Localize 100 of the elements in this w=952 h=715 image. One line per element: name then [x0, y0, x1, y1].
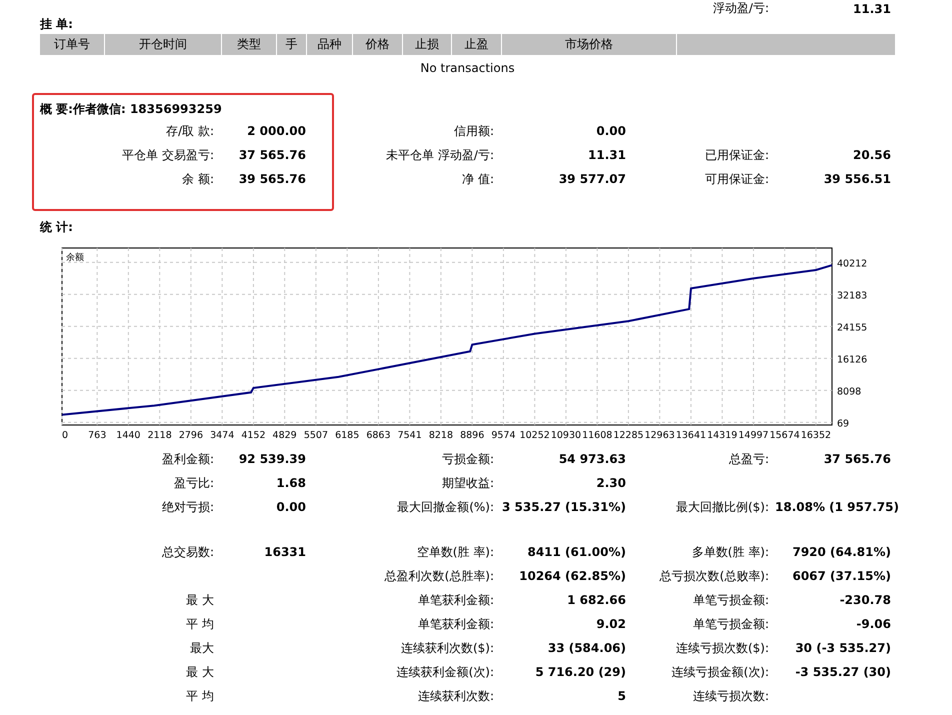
stat-label: 多单数(胜 率):: [690, 544, 770, 560]
column-header: 止盈: [452, 34, 501, 55]
stat-value: 37 565.76: [238, 148, 307, 162]
stat-label: 空单数(胜 率):: [416, 544, 495, 560]
stat-label: 平 均: [185, 616, 215, 632]
empty-message: No transactions: [419, 60, 516, 77]
section-title: 概 要:作者微信: 18356993259: [40, 100, 223, 118]
y-tick-label: 32183: [837, 290, 868, 302]
stat-label: 连续亏损次数($):: [674, 640, 770, 656]
y-tick-label: 40212: [837, 258, 868, 270]
stat-value: 8411 (61.00%): [526, 545, 627, 559]
x-tick-label: 16352: [800, 430, 832, 441]
stat-value: 2.30: [595, 476, 627, 490]
stat-value: 5: [616, 689, 627, 703]
x-tick-label: 14319: [707, 430, 738, 441]
stat-value: 2 000.00: [246, 124, 307, 138]
stat-label: 连续亏损次数:: [692, 688, 770, 704]
x-tick-label: 763: [88, 430, 106, 441]
x-tick-label: 12285: [613, 430, 644, 441]
stat-label: 最大: [189, 640, 215, 656]
x-tick-label: 9574: [491, 430, 516, 441]
stat-value: 3 535.27 (15.31%): [501, 500, 627, 514]
x-tick-label: 0: [62, 430, 68, 441]
column-header: 市场价格: [502, 34, 676, 55]
section-title: 统 计:: [40, 218, 74, 236]
stat-value: 39 565.76: [238, 172, 307, 186]
x-tick-label: 4152: [241, 430, 266, 441]
stat-label: 最 大: [185, 664, 215, 680]
stat-value: 30 (-3 535.27): [794, 641, 892, 655]
x-tick-label: 2118: [148, 430, 172, 441]
stat-label: 单笔亏损金额:: [692, 592, 770, 608]
stat-label: 存/取 款:: [165, 122, 215, 140]
x-tick-label: 12963: [644, 430, 675, 441]
stat-value: 1.68: [275, 476, 307, 490]
column-header: 开仓时间: [105, 34, 221, 55]
stat-value: 37 565.76: [822, 452, 892, 466]
stat-value: 1 682.66: [566, 593, 627, 607]
stat-label: 连续亏损金额(次):: [670, 664, 770, 680]
stat-label: 盈亏比:: [172, 474, 215, 492]
section-title: 挂 单:: [40, 16, 74, 32]
stat-value: -230.78: [838, 593, 892, 607]
stat-label: 单笔获利金额:: [416, 616, 495, 632]
y-tick-label: 24155: [837, 322, 868, 334]
stat-value: 0.00: [275, 500, 307, 514]
stat-value: 9.02: [595, 617, 627, 631]
x-tick-label: 5507: [304, 430, 328, 441]
stat-label: 最 大: [185, 592, 215, 608]
x-tick-label: 6185: [335, 430, 360, 441]
x-tick-label: 1440: [116, 430, 140, 441]
stat-value: 11.31: [587, 148, 627, 162]
stat-value: 39 556.51: [822, 172, 892, 186]
stat-value: 6067 (37.15%): [791, 569, 892, 583]
stat-value: 7920 (64.81%): [791, 545, 892, 559]
stat-label: 总亏损次数(总败率):: [658, 568, 770, 584]
stat-value: -9.06: [855, 617, 892, 631]
stat-value: 5 716.20 (29): [534, 665, 627, 679]
stat-value: 20.56: [852, 148, 892, 162]
stat-value: 39 577.07: [558, 172, 627, 186]
x-tick-label: 10930: [550, 430, 582, 441]
stat-value: 33 (584.06): [546, 641, 627, 655]
x-tick-label: 3474: [210, 430, 234, 441]
stat-label: 绝对亏损:: [160, 498, 215, 516]
stat-label: 已用保证金:: [704, 146, 770, 164]
y-tick-label: 69: [837, 418, 850, 430]
column-header: 类型: [222, 34, 276, 55]
column-header: 价格: [353, 34, 402, 55]
stat-value: 10264 (62.85%): [518, 569, 627, 583]
x-tick-label: 6863: [366, 430, 391, 441]
x-tick-label: 8218: [428, 430, 453, 441]
stat-value: 16331: [263, 545, 307, 559]
stat-label: 平仓单 交易盈亏:: [121, 146, 215, 164]
x-tick-label: 2796: [178, 430, 203, 441]
stat-label: 盈利金额:: [160, 450, 215, 468]
x-tick-label: 4829: [272, 430, 297, 441]
stat-label: 最大回撤金额(%):: [396, 498, 495, 516]
x-tick-label: 7541: [398, 430, 422, 441]
x-tick-label: 10252: [520, 430, 550, 441]
x-tick-label: 8896: [460, 430, 484, 441]
stat-label: 信用额:: [452, 122, 495, 140]
series-label: 余额: [66, 253, 84, 263]
stat-value: 92 539.39: [238, 452, 307, 466]
stat-label: 未平仓单 浮动盈/亏:: [385, 146, 495, 164]
stat-label: 连续获利金额(次):: [396, 664, 495, 680]
stat-label: 总交易数:: [160, 544, 215, 560]
stat-label: 平 均: [185, 688, 215, 704]
stat-value: 11.31: [852, 2, 892, 16]
x-tick-label: 13641: [676, 430, 706, 441]
stat-label: 单笔获利金额:: [416, 592, 495, 608]
column-header: 订单号: [40, 34, 104, 55]
column-header: 手: [277, 34, 306, 55]
y-tick-label: 8098: [837, 386, 862, 398]
stat-label: 期望收益:: [440, 474, 495, 492]
x-tick-label: 14997: [738, 430, 769, 441]
stat-label: 单笔亏损金额:: [692, 616, 770, 632]
stat-value: 0.00: [595, 124, 627, 138]
stat-label: 浮动盈/亏:: [712, 0, 770, 17]
x-tick-label: 15674: [770, 430, 800, 441]
stat-value: 54 973.63: [558, 452, 627, 466]
stat-label: 连续获利次数($):: [400, 640, 495, 656]
stat-label: 连续获利次数:: [416, 688, 495, 704]
